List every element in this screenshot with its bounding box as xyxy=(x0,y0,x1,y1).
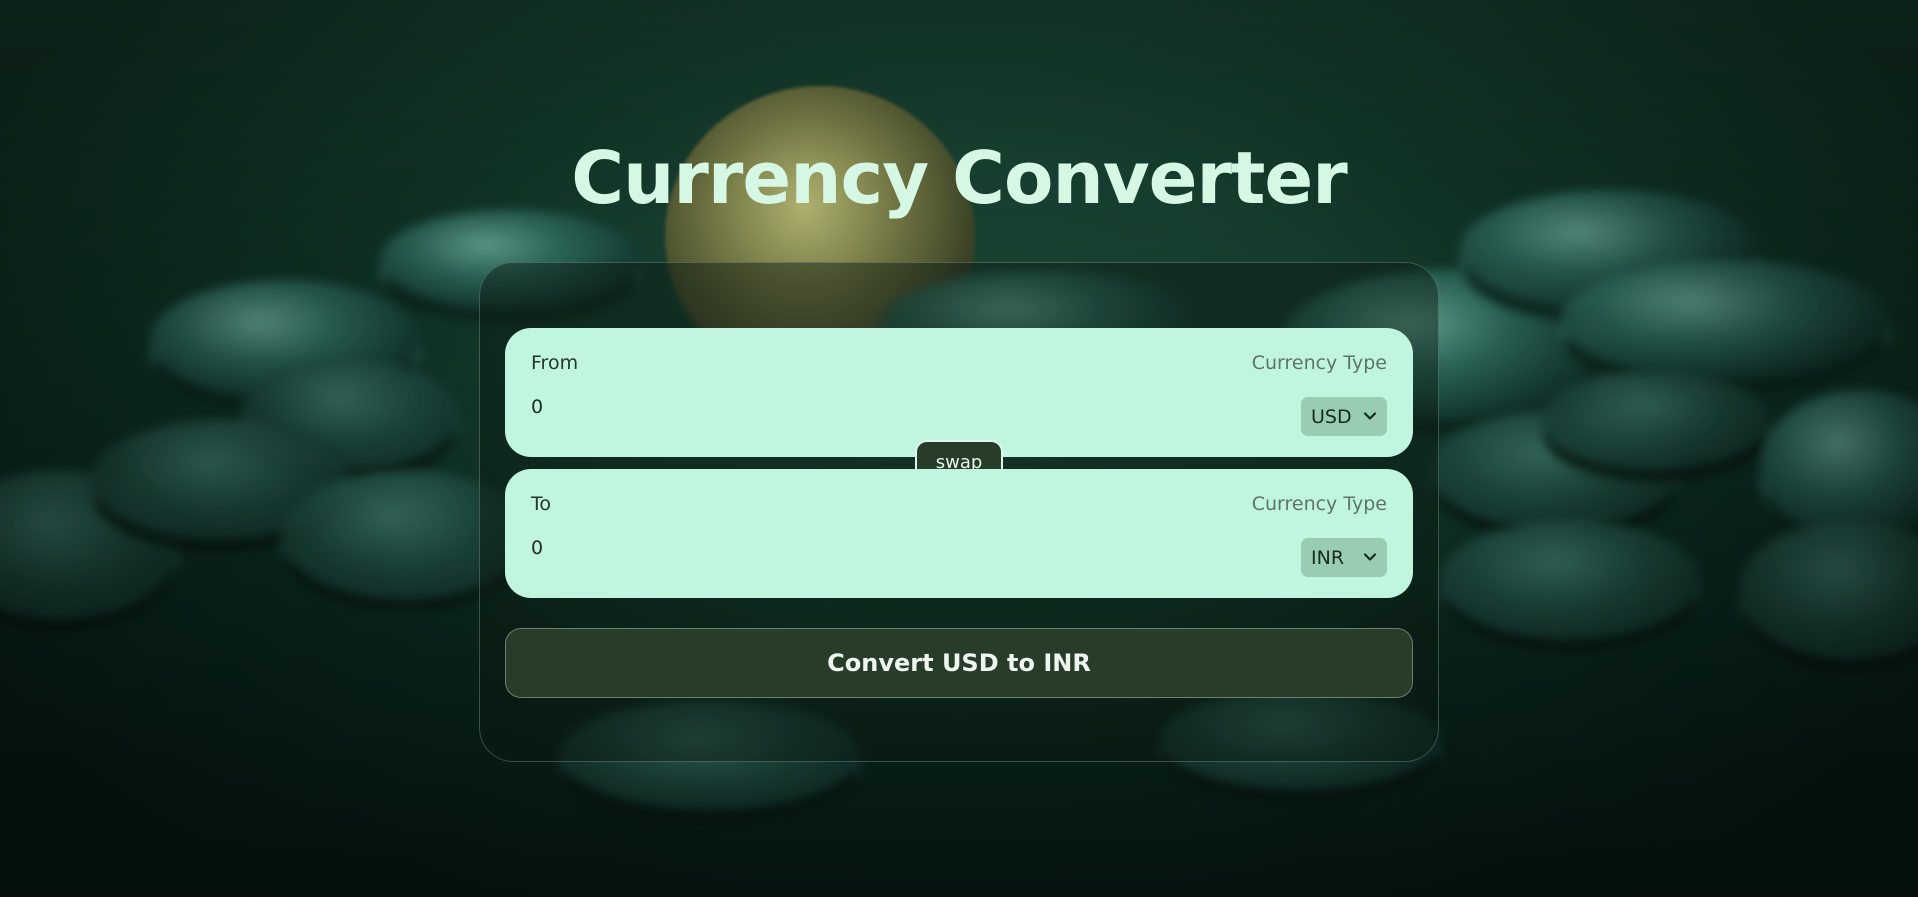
chevron-down-icon xyxy=(1363,412,1377,420)
to-currency-value: INR xyxy=(1311,546,1345,569)
page-title: Currency Converter xyxy=(571,136,1347,220)
to-amount-input[interactable] xyxy=(531,537,931,559)
from-currency-type-label: Currency Type xyxy=(1251,352,1387,374)
from-field-box: From Currency Type USD xyxy=(505,328,1413,457)
to-currency-select[interactable]: INR xyxy=(1301,538,1387,577)
from-amount-input[interactable] xyxy=(531,396,931,418)
from-label: From xyxy=(531,352,579,374)
to-currency-type-label: Currency Type xyxy=(1251,493,1387,515)
from-currency-value: USD xyxy=(1311,405,1352,428)
to-field-box: To Currency Type INR xyxy=(505,469,1413,598)
convert-button[interactable]: Convert USD to INR xyxy=(505,628,1413,698)
chevron-down-icon xyxy=(1363,553,1377,561)
from-currency-select[interactable]: USD xyxy=(1301,397,1387,436)
to-label: To xyxy=(531,493,552,515)
